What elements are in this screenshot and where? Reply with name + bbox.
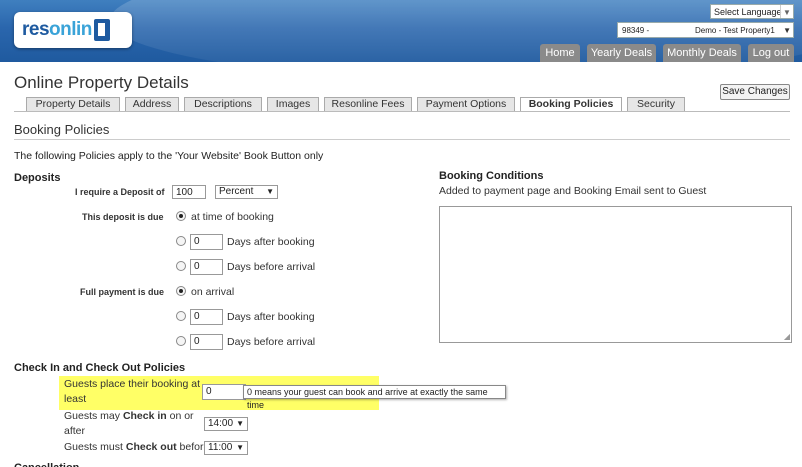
chevron-down-icon: ▼: [780, 5, 793, 18]
intro-text: The following Policies apply to the 'You…: [14, 150, 324, 162]
deposit-due-label: This deposit is due: [82, 212, 164, 222]
booking-conditions-heading: Booking Conditions: [439, 170, 544, 182]
deposit-due-at-booking-text: at time of booking: [191, 211, 274, 223]
cancellation-heading: Cancellation: [14, 462, 79, 467]
deposit-due-days-after-radio[interactable]: [176, 236, 186, 246]
page-title: Online Property Details: [14, 73, 189, 92]
header-bar: res onlin Select Language ▼ 98349 - Demo …: [0, 0, 802, 62]
deposit-due-days-before-radio[interactable]: [176, 261, 186, 271]
full-payment-label: Full payment is due: [80, 287, 165, 297]
deposit-amount-label: I require a Deposit of: [75, 187, 165, 197]
tab-security[interactable]: Security: [627, 97, 685, 111]
deposit-unit-select[interactable]: Percent ▼: [215, 185, 278, 199]
section-title: Booking Policies: [14, 122, 110, 137]
full-payment-days-after-input[interactable]: 0: [190, 309, 223, 325]
tab-booking-policies[interactable]: Booking Policies: [520, 97, 622, 112]
checkin-label-line2: after: [64, 425, 86, 437]
deposit-days-before-text: Days before arrival: [227, 261, 316, 273]
booking-conditions-textarea[interactable]: ◢: [439, 206, 792, 343]
chevron-down-icon: ▼: [783, 26, 791, 35]
deposit-amount-input[interactable]: 100: [172, 185, 206, 199]
nav-yearly-deals-button[interactable]: Yearly Deals: [587, 44, 656, 62]
chevron-down-icon: ▼: [236, 419, 244, 428]
property-select[interactable]: 98349 - Demo - Test Property1 ▼: [617, 22, 794, 38]
booking-lead-label-line2: least: [64, 393, 87, 405]
booking-conditions-subtitle: Added to payment page and Booking Email …: [439, 185, 707, 197]
tab-resonline-fees[interactable]: Resonline Fees: [324, 97, 412, 111]
deposit-days-after-text: Days after booking: [227, 236, 315, 248]
booking-lead-tooltip: 0 means your guest can book and arrive a…: [243, 385, 506, 410]
save-changes-button[interactable]: Save Changes: [720, 84, 790, 100]
deposit-days-before-input[interactable]: 0: [190, 259, 223, 275]
booking-lead-label-line1: Guests place their booking at: [64, 378, 200, 390]
chevron-down-icon: ▼: [266, 187, 274, 196]
deposits-heading: Deposits: [14, 172, 61, 184]
logo-box-icon: [93, 19, 110, 41]
chevron-down-icon: ▼: [236, 443, 244, 452]
checkin-heading: Check In and Check Out Policies: [14, 362, 186, 374]
tab-address[interactable]: Address: [125, 97, 179, 111]
full-payment-on-arrival-radio[interactable]: [176, 286, 186, 296]
full-payment-days-after-radio[interactable]: [176, 311, 186, 321]
full-payment-days-before-text: Days before arrival: [227, 336, 316, 348]
checkout-label: Guests must Check out before: [64, 441, 210, 453]
deposit-days-after-input[interactable]: 0: [190, 234, 223, 250]
section-divider: [14, 139, 790, 140]
full-payment-days-before-radio[interactable]: [176, 336, 186, 346]
tab-images[interactable]: Images: [267, 97, 319, 111]
checkin-time-select[interactable]: 14:00 ▼: [204, 417, 248, 431]
nav-home-button[interactable]: Home: [540, 44, 580, 62]
tab-underline: [14, 111, 790, 112]
checkin-label: Guests may Check in on or: [64, 410, 194, 422]
tab-descriptions[interactable]: Descriptions: [184, 97, 262, 111]
full-payment-days-before-input[interactable]: 0: [190, 334, 223, 350]
full-payment-days-after-text: Days after booking: [227, 311, 315, 323]
booking-lead-input[interactable]: 0: [202, 384, 246, 400]
full-payment-on-arrival-text: on arrival: [191, 286, 235, 298]
nav-logout-button[interactable]: Log out: [748, 44, 794, 62]
resonline-logo[interactable]: res onlin: [14, 12, 132, 48]
tab-payment-options[interactable]: Payment Options: [417, 97, 515, 111]
deposit-due-at-booking-radio[interactable]: [176, 211, 186, 221]
tab-property-details[interactable]: Property Details: [26, 97, 120, 111]
checkout-time-select[interactable]: 11:00 ▼: [204, 441, 248, 455]
language-select[interactable]: Select Language ▼: [710, 4, 794, 19]
nav-monthly-deals-button[interactable]: Monthly Deals: [663, 44, 741, 62]
resize-grip-icon[interactable]: ◢: [784, 332, 790, 341]
